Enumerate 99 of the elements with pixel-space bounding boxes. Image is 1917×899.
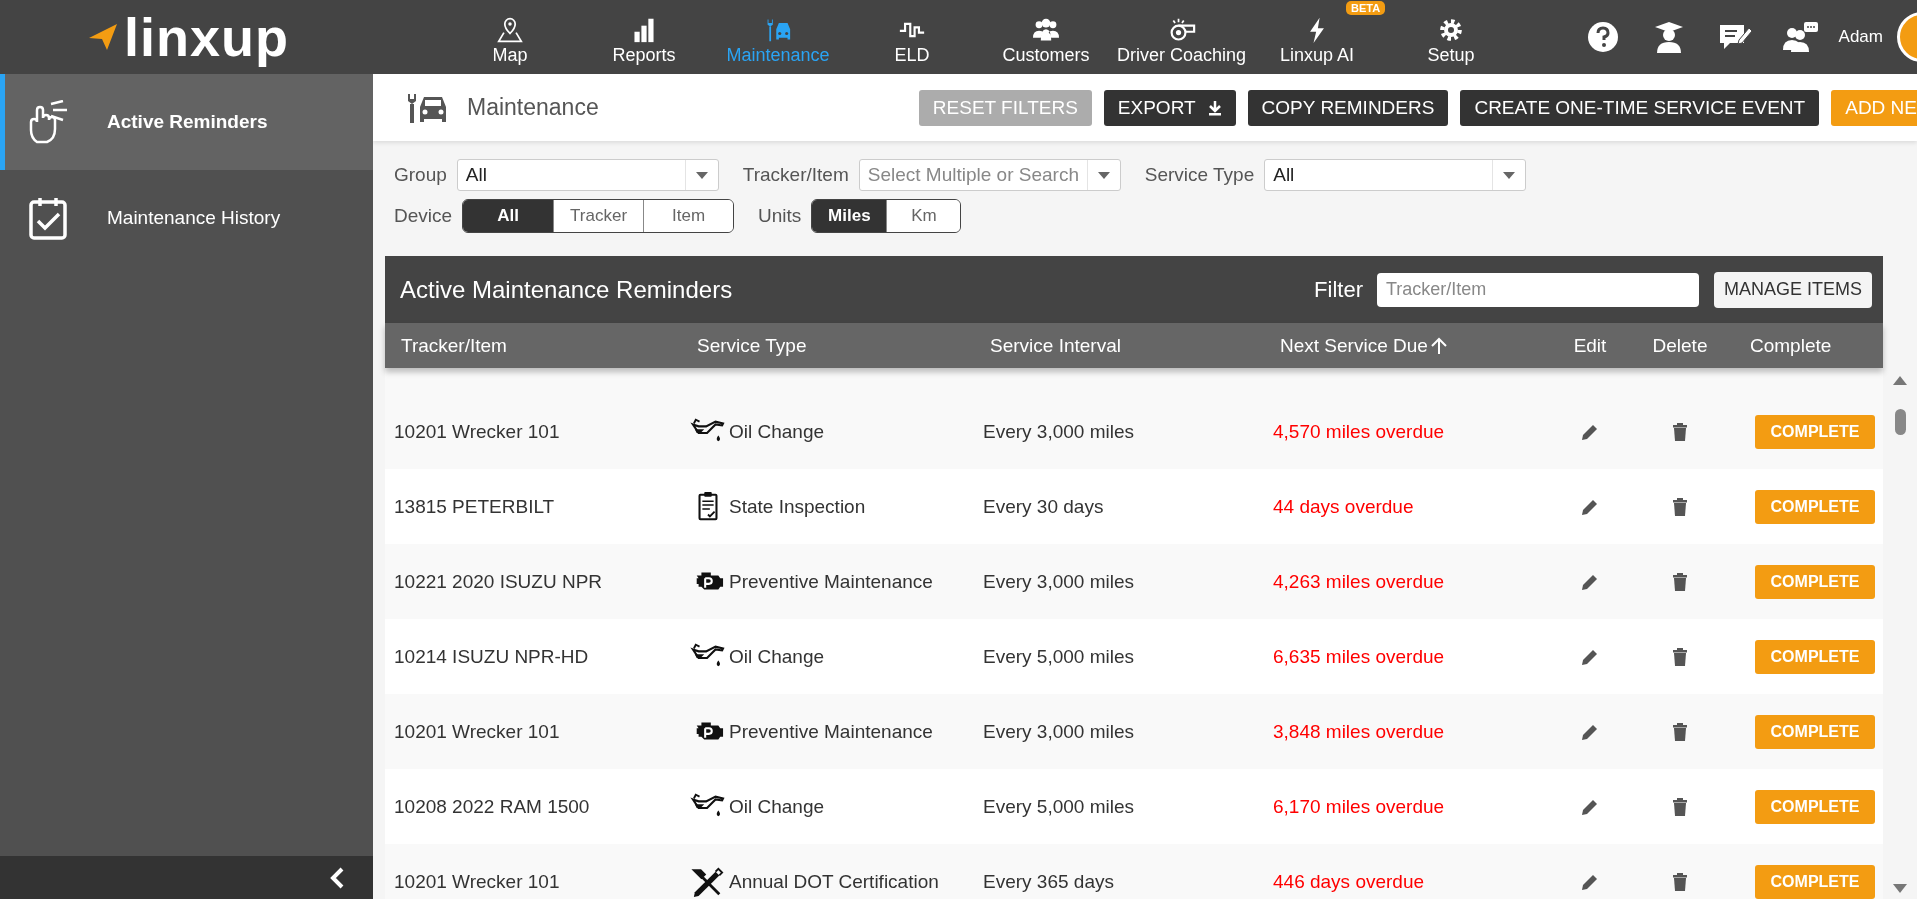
filter-label: Device [394,205,453,227]
table-cell: Preventive Maintenance [729,570,933,593]
scroll-thumb[interactable] [1894,409,1906,435]
action-button[interactable]: CREATE ONE-TIME SERVICE EVENT [1460,89,1820,126]
arrow-up-icon [1430,336,1447,355]
table-cell-text: 44 days overdue [1273,495,1415,518]
caret-down-icon [695,171,708,179]
table-cell-text: 10208 2022 RAM 1500 [394,795,591,818]
trash-icon[interactable] [1671,647,1689,666]
pencil-icon[interactable] [1581,872,1599,891]
table-cell-text: Every 3,000 miles [983,570,1135,593]
nav-tab[interactable]: Linxup AI [1276,17,1359,69]
beta-badge: BETA [1346,1,1386,15]
table-cell: Oil Change [729,420,825,443]
table-title: Active Maintenance Reminders [400,275,733,304]
filter-label: Filter [1314,276,1363,303]
calendar-check-icon [27,196,69,240]
table-cell-text: Every 30 days [983,495,1105,518]
table-cell-text: 6,170 miles overdue [1273,795,1446,818]
table-cell-text: Every 5,000 miles [983,795,1135,818]
scroll-up-icon [1893,376,1907,385]
table-cell: Oil Change [729,645,825,668]
pencil-icon[interactable] [1581,497,1599,516]
pencil-icon[interactable] [1581,722,1599,741]
toggle-option[interactable]: All [463,200,554,232]
action-button[interactable]: EXPORT [1103,89,1236,126]
table-cell-text: 10221 2020 ISUZU NPR [394,570,604,593]
sidebar-item[interactable]: Maintenance History [0,170,373,266]
nav-tab[interactable]: Setup [1423,17,1479,69]
action-button[interactable]: COPY REMINDERS [1247,89,1449,126]
manage-items-button[interactable]: MANAGE ITEMS [1714,271,1872,308]
select-field[interactable]: Select Multiple or Search [858,159,1121,191]
select-field[interactable]: All [1264,159,1527,191]
pencil-wrench-icon [690,865,726,898]
pencil-icon[interactable] [1581,647,1599,666]
user-name[interactable]: Adam [1838,27,1883,47]
filter-label: Units [758,205,802,227]
table-cell-text: 10201 Wrecker 101 [394,720,561,743]
column-header[interactable]: Service Type [690,334,983,357]
people-chat-icon[interactable] [1782,20,1819,54]
table-cell-text: 6,635 miles overdue [1273,645,1446,668]
scroll-down-icon [1893,884,1907,893]
table-cell-text: 4,263 miles overdue [1273,570,1446,593]
nav-tab[interactable]: Reports [608,17,680,69]
table-cell-text: 4,570 miles overdue [1273,420,1446,443]
pencil-icon[interactable] [1581,572,1599,591]
nav-tab[interactable]: ELD [890,17,934,69]
nav-tab[interactable]: Customers [998,17,1094,69]
filter-input[interactable]: Tracker/Item [1377,272,1699,307]
column-header[interactable]: Complete [1735,334,1883,357]
chevron-left-icon[interactable] [329,866,345,889]
table-cell-text: 13815 PETERBILT [394,495,556,518]
trash-icon[interactable] [1671,572,1689,591]
table-cell-text: 10214 ISUZU NPR-HD [394,645,590,668]
table-cell-text: Every 5,000 miles [983,645,1135,668]
download-icon [1207,99,1222,116]
table-cell-text: Every 365 days [983,870,1115,893]
caret-down-icon [1097,171,1110,179]
nav-tab[interactable]: Maintenance [722,17,834,69]
sidebar-item[interactable]: Active Reminders [0,74,373,170]
column-header[interactable]: Next Service Due [1273,334,1555,357]
caret-down-icon [1503,171,1516,179]
hand-icon [27,100,69,144]
toggle-option[interactable]: Item [643,200,734,232]
trash-icon[interactable] [1671,722,1689,741]
table-cell-text: 10201 Wrecker 101 [394,420,561,443]
filter-label: Tracker/Item [742,164,849,186]
logo-arrow-icon [88,22,118,52]
trash-icon[interactable] [1671,872,1689,891]
filter-label: Group [394,164,447,186]
toggle-option[interactable]: Km [886,200,961,232]
page-title: Maintenance [467,94,599,121]
column-header[interactable]: Tracker/Item [394,334,690,357]
table-cell: State Inspection [729,495,866,518]
table-cell-text: Every 3,000 miles [983,720,1135,743]
table-cell-text: 3,848 miles overdue [1273,720,1446,743]
table-cell-text: 10201 Wrecker 101 [394,870,561,893]
table-cell: Preventive Maintenance [729,720,933,743]
pencil-icon[interactable] [1581,422,1599,441]
logo-text: linxup [124,7,289,67]
nav-tab[interactable]: Map [488,17,532,69]
nav-tab[interactable]: Driver Coaching [1113,17,1251,69]
map-pin-icon [496,17,524,43]
column-header[interactable]: Edit [1555,334,1625,357]
column-header[interactable]: Delete [1625,334,1735,357]
pencil-icon[interactable] [1581,797,1599,816]
trash-icon[interactable] [1671,422,1689,441]
select-field[interactable]: All [456,159,719,191]
toggle-option[interactable]: Tracker [553,200,644,232]
table-cell-text: 446 days overdue [1273,870,1426,893]
table-cell-text: Every 3,000 miles [983,420,1135,443]
trash-icon[interactable] [1671,797,1689,816]
people-icon [1032,17,1060,43]
trash-icon[interactable] [1671,497,1689,516]
filter-label: Service Type [1144,164,1255,186]
table-cell: Annual DOT Certification [729,870,939,893]
column-header[interactable]: Service Interval [983,334,1273,357]
toggle-option[interactable]: Miles [812,200,887,232]
table-cell: Oil Change [729,795,825,818]
